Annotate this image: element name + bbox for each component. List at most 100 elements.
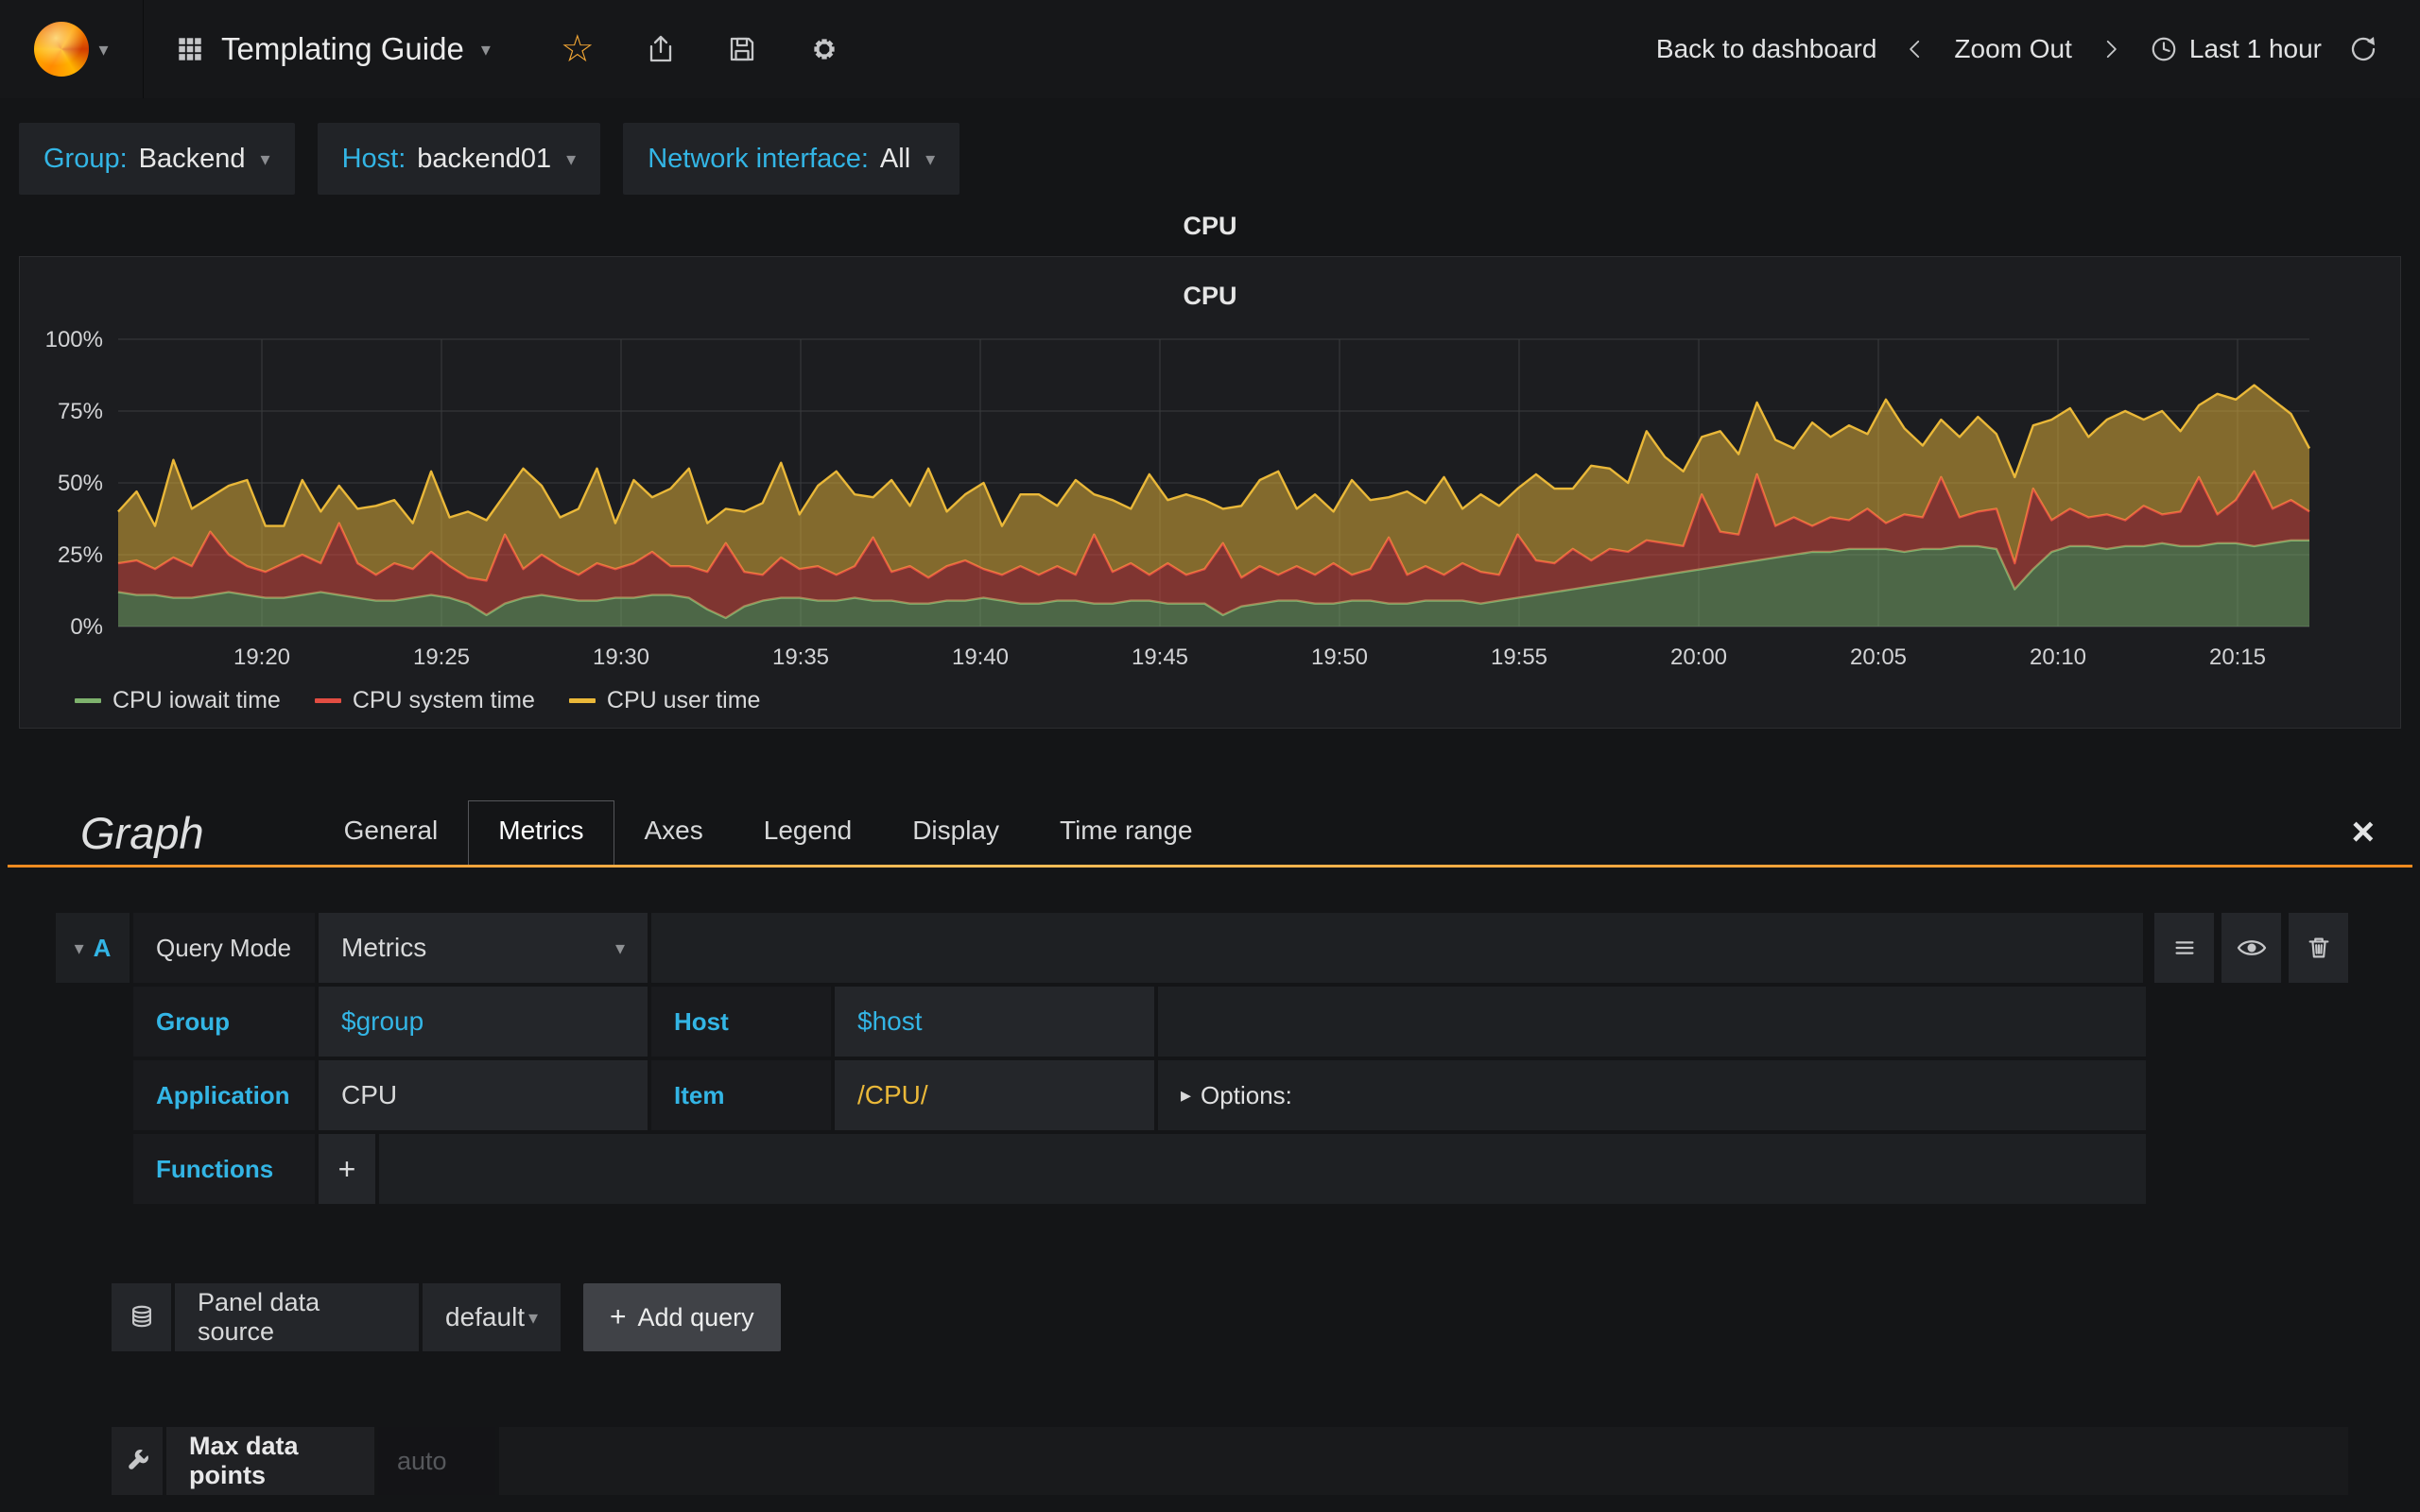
star-button[interactable]: ☆ [561, 30, 595, 68]
grid-icon [179, 38, 201, 60]
svg-text:19:55: 19:55 [1491, 644, 1547, 670]
dashboard-title-dropdown[interactable]: Templating Guide ▾ [144, 31, 523, 67]
trash-icon [2308, 937, 2328, 958]
group-label: Group [133, 987, 315, 1057]
svg-text:20:15: 20:15 [2209, 644, 2266, 670]
variable-dropdown-group[interactable]: Group: Backend ▾ [19, 123, 295, 195]
wrench-icon-cell [112, 1427, 163, 1495]
group-field[interactable]: $group [319, 987, 648, 1057]
time-shift-forward-button[interactable] [2099, 37, 2123, 61]
query-menu-button[interactable] [2154, 913, 2214, 983]
zoom-out-button[interactable]: Zoom Out [1954, 34, 2071, 64]
datasource-row: Panel data source default ▾ + Add query [112, 1283, 2348, 1351]
panel-datasource-label: Panel data source [175, 1283, 419, 1351]
refresh-button[interactable] [2348, 34, 2378, 64]
tab-metrics[interactable]: Metrics [468, 800, 614, 865]
svg-text:19:20: 19:20 [233, 644, 290, 670]
datasource-select[interactable]: default ▾ [423, 1283, 561, 1351]
add-function-button[interactable]: + [319, 1134, 375, 1204]
legend-swatch [314, 698, 341, 703]
editor-tabs: General Metrics Axes Legend Display Time… [314, 800, 1223, 865]
svg-text:25%: 25% [58, 542, 103, 568]
variable-label: Host: [341, 143, 406, 174]
wrench-icon [129, 1450, 148, 1469]
chevron-down-icon: ▾ [74, 937, 84, 959]
item-field[interactable]: /CPU/ [835, 1060, 1154, 1130]
dashboard-title: Templating Guide [221, 31, 464, 66]
group-value: $group [341, 1006, 424, 1036]
dashboard-row-title: CPU [1183, 212, 1237, 240]
add-query-button[interactable]: + Add query [583, 1283, 781, 1351]
hamburger-icon [2174, 941, 2194, 954]
database-icon [131, 1305, 151, 1328]
template-variables-row: Group: Backend ▾ Host: backend01 ▾ Netwo… [19, 123, 2401, 195]
clock-icon [2152, 37, 2176, 61]
grafana-menu-button[interactable]: ▾ [0, 0, 144, 98]
max-data-points-row: Max data points [112, 1427, 2348, 1495]
tab-axes[interactable]: Axes [614, 800, 734, 865]
row-filler: ▸ Options: [1158, 1060, 2146, 1130]
legend-item[interactable]: CPU system time [314, 687, 535, 714]
svg-text:75%: 75% [58, 399, 103, 424]
row-filler [499, 1427, 2348, 1495]
query-mode-select[interactable]: Metrics ▾ [319, 913, 648, 983]
host-field[interactable]: $host [835, 987, 1154, 1057]
max-data-points-input-cell [378, 1427, 495, 1495]
time-range-label: Last 1 hour [2188, 34, 2322, 63]
chevron-down-icon: ▾ [98, 39, 109, 60]
triangle-right-icon: ▸ [1181, 1083, 1192, 1107]
chart-legend: CPU iowait time CPU system time CPU user t… [75, 687, 2400, 714]
datasource-icon-cell [112, 1283, 171, 1351]
save-button[interactable] [727, 34, 757, 64]
legend-item[interactable]: CPU user time [568, 687, 760, 714]
query-mode-value: Metrics [341, 933, 427, 962]
close-editor-button[interactable]: × [2351, 812, 2375, 865]
query-delete-button[interactable] [2289, 913, 2348, 983]
max-data-points-input[interactable] [378, 1427, 495, 1495]
tab-display[interactable]: Display [882, 800, 1029, 865]
back-to-dashboard-button[interactable]: Back to dashboard [1656, 34, 1877, 64]
query-disable-button[interactable] [2221, 913, 2281, 983]
chevron-down-icon: ▾ [260, 148, 270, 170]
functions-label: Functions [133, 1134, 315, 1204]
cpu-graph[interactable]: 19:20 19:25 19:30 19:35 19:40 19:45 19:50 19:55… [20, 328, 2400, 676]
query-row-actions [2154, 913, 2348, 983]
query-row-application-item: Application CPU Item /CPU/ ▸ Options: [56, 1060, 2146, 1130]
editor-header: Graph General Metrics Axes Legend Displa… [0, 789, 2420, 865]
time-shift-back-button[interactable] [1903, 37, 1927, 61]
item-value: /CPU/ [857, 1080, 928, 1109]
svg-text:0%: 0% [70, 614, 103, 640]
share-button[interactable] [646, 34, 676, 64]
variable-label: Network interface: [648, 143, 869, 174]
item-label: Item [651, 1060, 831, 1130]
star-icon: ☆ [560, 28, 595, 70]
tab-time-range[interactable]: Time range [1029, 800, 1223, 865]
row-filler [651, 913, 2143, 983]
application-value: CPU [341, 1080, 398, 1109]
variable-label: Group: [43, 143, 128, 174]
variable-dropdown-network-interface[interactable]: Network interface: All ▾ [623, 123, 960, 195]
time-range-picker[interactable]: Last 1 hour [2150, 34, 2322, 64]
query-row-functions: Functions + [56, 1134, 2146, 1204]
options-label: Options: [1201, 1080, 1292, 1109]
plus-icon: + [610, 1301, 627, 1332]
panel-type-label: Graph [80, 808, 204, 858]
tab-legend[interactable]: Legend [734, 800, 882, 865]
row-indent [56, 987, 130, 1057]
query-editor: ▾ A Query Mode Metrics ▾ Group $group Ho… [0, 868, 2420, 1495]
options-toggle[interactable]: ▸ Options: [1181, 1081, 1292, 1110]
query-collapse-toggle[interactable]: ▾ A [56, 913, 130, 983]
panel-title[interactable]: CPU [20, 257, 2400, 328]
chevron-down-icon: ▾ [566, 148, 577, 170]
tab-general[interactable]: General [314, 800, 469, 865]
max-data-points-label: Max data points [166, 1427, 374, 1495]
svg-text:19:45: 19:45 [1132, 644, 1188, 670]
cpu-graph-panel: CPU 19:20 19:25 19:30 19:35 19:40 19:45 19:50 1… [19, 256, 2401, 729]
query-mode-label: Query Mode [133, 913, 315, 983]
settings-button[interactable] [808, 33, 840, 65]
chevron-down-icon: ▾ [527, 1307, 538, 1329]
variable-dropdown-host[interactable]: Host: backend01 ▾ [317, 123, 601, 195]
chevron-down-icon: ▾ [614, 937, 625, 959]
legend-item[interactable]: CPU iowait time [75, 687, 281, 714]
application-field[interactable]: CPU [319, 1060, 648, 1130]
